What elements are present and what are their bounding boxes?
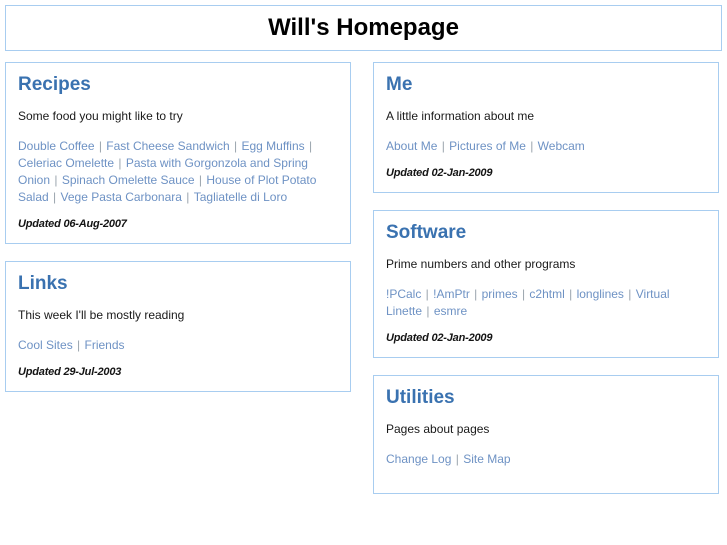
link-separator: |: [526, 139, 537, 153]
section-heading-utilities: Utilities: [386, 387, 455, 408]
link-separator: |: [115, 156, 125, 170]
section-heading-software: Software: [386, 222, 467, 243]
link-separator: |: [624, 287, 635, 301]
link-double-coffee[interactable]: Double Coffee: [18, 139, 95, 153]
link-spinach-omelette-sauce[interactable]: Spinach Omelette Sauce: [62, 173, 195, 187]
link-separator: |: [565, 287, 576, 301]
link-c2html[interactable]: c2html: [529, 287, 564, 301]
link-separator: |: [230, 139, 241, 153]
section-heading-recipes: Recipes: [18, 74, 91, 95]
section-blurb-me: A little information about me: [386, 109, 535, 123]
section-links-utilities: Change Log | Site Map: [386, 451, 706, 468]
section-links-me: About Me | Pictures of Me | Webcam: [386, 138, 706, 155]
link-tagliatelle-di-loro[interactable]: Tagliatelle di Loro: [194, 190, 287, 204]
section-links-links: Cool Sites | Friends: [18, 337, 338, 354]
link-vege-pasta-carbonara[interactable]: Vege Pasta Carbonara: [61, 190, 182, 204]
link-separator: |: [518, 287, 529, 301]
section-links: Links This week I'll be mostly reading Coo…: [5, 261, 351, 392]
section-blurb-utilities: Pages about pages: [386, 422, 490, 436]
link-separator: |: [470, 287, 481, 301]
link-separator: |: [305, 139, 313, 153]
link-fast-cheese-sandwich[interactable]: Fast Cheese Sandwich: [106, 139, 229, 153]
link-pictures-of-me[interactable]: Pictures of Me: [449, 139, 526, 153]
section-software: Software Prime numbers and other programs…: [373, 210, 719, 358]
link-separator: |: [182, 190, 193, 204]
link-separator: |: [438, 139, 449, 153]
link-separator: |: [422, 287, 433, 301]
link-separator: |: [95, 139, 106, 153]
section-updated-me: Updated 02-Jan-2009: [386, 167, 493, 179]
link-primes[interactable]: primes: [482, 287, 518, 301]
section-me: Me A little information about me About Me …: [373, 62, 719, 193]
section-blurb-links: This week I'll be mostly reading: [18, 308, 185, 322]
section-links-software: !PCalc | !AmPtr | primes | c2html | long…: [386, 286, 706, 320]
link-friends[interactable]: Friends: [85, 338, 125, 352]
section-links-recipes: Double Coffee | Fast Cheese Sandwich | E…: [18, 138, 338, 206]
homepage-root: Will's Homepage Recipes Some food you mig…: [0, 0, 727, 545]
link-separator: |: [51, 173, 61, 187]
link-celeriac-omelette[interactable]: Celeriac Omelette: [18, 156, 114, 170]
link-longlines[interactable]: longlines: [577, 287, 624, 301]
section-updated-recipes: Updated 06-Aug-2007: [18, 218, 127, 230]
link-separator: |: [49, 190, 60, 204]
link-separator: |: [423, 304, 433, 318]
link-webcam[interactable]: Webcam: [538, 139, 585, 153]
link-esmre[interactable]: esmre: [434, 304, 467, 318]
link-amptr[interactable]: !AmPtr: [433, 287, 470, 301]
section-recipes: Recipes Some food you might like to try Do…: [5, 62, 351, 244]
link-about-me[interactable]: About Me: [386, 139, 437, 153]
link-change-log[interactable]: Change Log: [386, 452, 451, 466]
link-site-map[interactable]: Site Map: [463, 452, 510, 466]
link-cool-sites[interactable]: Cool Sites: [18, 338, 73, 352]
section-utilities: Utilities Pages about pages Change Log | S…: [373, 375, 719, 494]
page-title-banner: Will's Homepage: [5, 5, 722, 51]
section-updated-software: Updated 02-Jan-2009: [386, 332, 493, 344]
section-blurb-software: Prime numbers and other programs: [386, 257, 576, 271]
left-column: Recipes Some food you might like to try Do…: [5, 62, 351, 392]
link-egg-muffins[interactable]: Egg Muffins: [242, 139, 305, 153]
section-blurb-recipes: Some food you might like to try: [18, 109, 183, 123]
content-columns: Recipes Some food you might like to try Do…: [5, 62, 722, 494]
link-separator: |: [452, 452, 463, 466]
section-updated-links: Updated 29-Jul-2003: [18, 366, 122, 378]
link-separator: |: [195, 173, 206, 187]
link-pcalc[interactable]: !PCalc: [386, 287, 421, 301]
section-heading-me: Me: [386, 74, 413, 95]
page-title: Will's Homepage: [268, 14, 459, 41]
section-heading-links: Links: [18, 273, 68, 294]
link-separator: |: [73, 338, 84, 352]
right-column: Me A little information about me About Me …: [373, 62, 719, 494]
